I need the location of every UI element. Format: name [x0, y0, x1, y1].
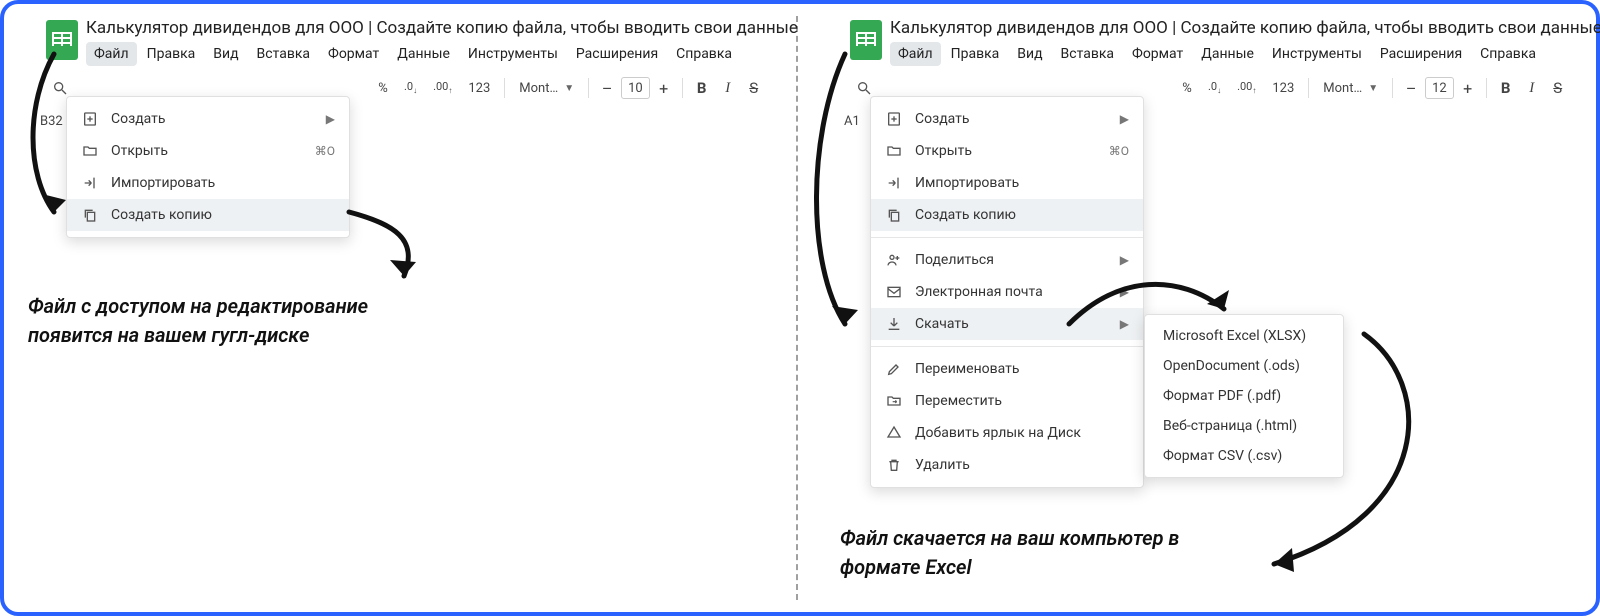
- move-icon: [885, 392, 903, 410]
- font-size-increase[interactable]: +: [1458, 77, 1478, 99]
- strikethrough-button[interactable]: S: [743, 76, 765, 100]
- menu-file[interactable]: Файл: [890, 42, 941, 66]
- arrow-annotation: [800, 44, 890, 344]
- menubar: Файл Правка Вид Вставка Формат Данные Ин…: [86, 42, 798, 66]
- menu-item-import[interactable]: Импортировать: [67, 167, 349, 199]
- submenu-arrow-icon: ▶: [1120, 112, 1129, 126]
- menu-item-delete[interactable]: Удалить: [871, 449, 1143, 481]
- menu-view[interactable]: Вид: [1009, 42, 1050, 66]
- arrow-annotation: [334, 204, 454, 294]
- menu-view[interactable]: Вид: [205, 42, 246, 66]
- menu-help[interactable]: Справка: [1472, 42, 1544, 66]
- percent-format-button[interactable]: %: [372, 76, 394, 100]
- menu-format[interactable]: Формат: [1124, 42, 1191, 66]
- right-caption: Файл скачается на ваш компьютер в формат…: [840, 524, 1260, 582]
- menu-item-move[interactable]: Переместить: [871, 385, 1143, 417]
- drive-shortcut-icon: [885, 424, 903, 442]
- bold-button[interactable]: B: [691, 76, 713, 100]
- italic-button[interactable]: I: [717, 76, 739, 100]
- font-size-decrease[interactable]: –: [1401, 77, 1421, 99]
- font-family-dropdown[interactable]: Mont…▼: [1317, 76, 1384, 100]
- font-size-increase[interactable]: +: [654, 77, 674, 99]
- menu-tools[interactable]: Инструменты: [1264, 42, 1370, 66]
- menu-item-create[interactable]: Создать ▶: [67, 103, 349, 135]
- font-size-input[interactable]: 12: [1425, 77, 1454, 99]
- bold-button[interactable]: B: [1495, 76, 1517, 100]
- vertical-divider: [796, 16, 798, 600]
- menu-extensions[interactable]: Расширения: [1372, 42, 1470, 66]
- font-size-input[interactable]: 10: [621, 77, 650, 99]
- percent-format-button[interactable]: %: [1176, 76, 1198, 100]
- shortcut-label: ⌘O: [315, 144, 335, 158]
- doc-title[interactable]: Калькулятор дивидендов для ООО | Создайт…: [890, 14, 1600, 38]
- right-example: Калькулятор дивидендов для ООО | Создайт…: [820, 14, 1586, 131]
- arrow-annotation: [16, 44, 96, 234]
- strikethrough-button[interactable]: S: [1547, 76, 1569, 100]
- number-format-button[interactable]: 123: [1266, 76, 1300, 100]
- italic-button[interactable]: I: [1521, 76, 1543, 100]
- menubar: Файл Правка Вид Вставка Формат Данные Ин…: [890, 42, 1600, 66]
- arrow-annotation: [1059, 264, 1249, 344]
- decrease-decimal-button[interactable]: .0↓: [398, 76, 423, 100]
- menu-item-add-shortcut[interactable]: Добавить ярлык на Диск: [871, 417, 1143, 449]
- menu-tools[interactable]: Инструменты: [460, 42, 566, 66]
- trash-icon: [885, 456, 903, 474]
- decrease-decimal-button[interactable]: .0↓: [1202, 76, 1227, 100]
- font-size-decrease[interactable]: –: [597, 77, 617, 99]
- doc-title[interactable]: Калькулятор дивидендов для ООО | Создайт…: [86, 14, 798, 38]
- menu-item-make-copy[interactable]: Создать копию: [871, 199, 1143, 231]
- left-caption: Файл с доступом на редактирование появит…: [28, 292, 448, 350]
- menu-extensions[interactable]: Расширения: [568, 42, 666, 66]
- menu-help[interactable]: Справка: [668, 42, 740, 66]
- left-example: Калькулятор дивидендов для ООО | Создайт…: [16, 14, 782, 131]
- rename-icon: [885, 360, 903, 378]
- menu-item-create[interactable]: Создать ▶: [871, 103, 1143, 135]
- menu-insert[interactable]: Вставка: [1053, 42, 1122, 66]
- number-format-button[interactable]: 123: [462, 76, 496, 100]
- menu-item-open[interactable]: Открыть ⌘O: [67, 135, 349, 167]
- submenu-arrow-icon: ▶: [326, 112, 335, 126]
- menu-format[interactable]: Формат: [320, 42, 387, 66]
- font-family-dropdown[interactable]: Mont…▼: [513, 76, 580, 100]
- file-menu: Создать ▶ Открыть ⌘O Импортировать Созда…: [66, 96, 350, 238]
- increase-decimal-button[interactable]: .00↑: [427, 76, 458, 100]
- menu-data[interactable]: Данные: [1193, 42, 1262, 66]
- menu-edit[interactable]: Правка: [943, 42, 1008, 66]
- menu-item-open[interactable]: Открыть ⌘O: [871, 135, 1143, 167]
- menu-insert[interactable]: Вставка: [249, 42, 318, 66]
- shortcut-label: ⌘O: [1109, 144, 1129, 158]
- menu-item-make-copy[interactable]: Создать копию: [67, 199, 349, 231]
- menu-data[interactable]: Данные: [389, 42, 458, 66]
- menu-item-rename[interactable]: Переименовать: [871, 353, 1143, 385]
- arrow-annotation: [1244, 324, 1444, 584]
- menu-item-import[interactable]: Импортировать: [871, 167, 1143, 199]
- menu-edit[interactable]: Правка: [139, 42, 204, 66]
- increase-decimal-button[interactable]: .00↑: [1231, 76, 1262, 100]
